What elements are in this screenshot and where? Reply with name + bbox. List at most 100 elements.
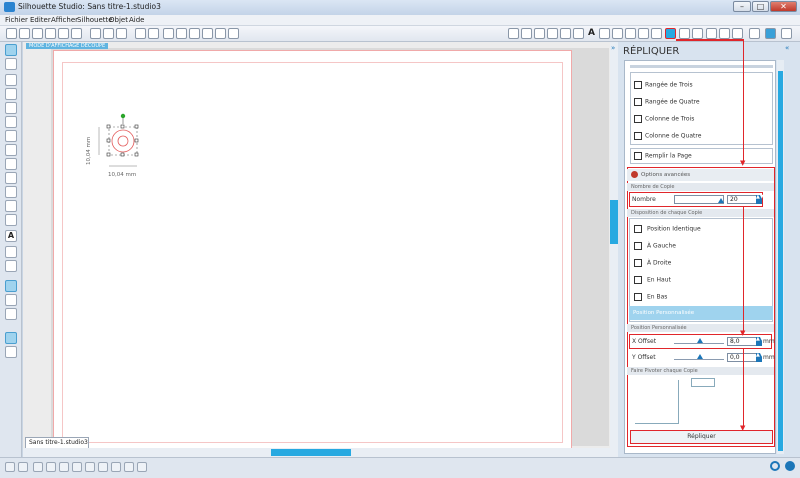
group-icon[interactable]: [5, 462, 15, 472]
line-style-icon[interactable]: [534, 28, 545, 39]
y-offset-slider-track[interactable]: [674, 359, 724, 360]
undo-icon[interactable]: [135, 28, 146, 39]
eraser-icon[interactable]: [732, 28, 743, 39]
send-back-icon[interactable]: [111, 462, 121, 472]
count-slider-knob[interactable]: [718, 198, 724, 203]
copy-icon[interactable]: [103, 28, 114, 39]
replicate-icon[interactable]: [665, 28, 676, 39]
menu-aide[interactable]: Aide: [129, 15, 144, 26]
shape-tool-icon[interactable]: [5, 214, 17, 226]
x-offset-slider-track[interactable]: [674, 343, 724, 344]
ungroup-icon[interactable]: [18, 462, 28, 472]
transform-icon[interactable]: [599, 28, 610, 39]
settings-gear-icon[interactable]: [770, 461, 780, 471]
position-left-option[interactable]: À Gauche: [634, 242, 676, 250]
delete-icon[interactable]: [85, 462, 95, 472]
point-edit-tool-icon[interactable]: [5, 58, 17, 70]
curve-tool-icon[interactable]: [5, 144, 17, 156]
arc-tool-icon[interactable]: [5, 158, 17, 170]
preset-row-of-four[interactable]: Rangée de Quatre: [634, 98, 700, 106]
menu-silhouette[interactable]: Silhouette: [77, 15, 113, 26]
rotate-icon[interactable]: [638, 28, 649, 39]
modify-icon[interactable]: [679, 28, 690, 39]
panel-scroll-thumb[interactable]: [778, 71, 783, 451]
cut-icon[interactable]: [90, 28, 101, 39]
eraser-tool-icon[interactable]: [5, 246, 17, 258]
smooth-freehand-tool-icon[interactable]: [5, 186, 17, 198]
y-offset-slider-knob[interactable]: [697, 354, 703, 359]
fill-page-option[interactable]: Remplir la Page: [634, 152, 692, 160]
x-offset-spinner[interactable]: ▲▼: [756, 337, 764, 346]
weld-icon[interactable]: [72, 462, 82, 472]
preset-row-of-three[interactable]: Rangée de Trois: [634, 81, 693, 89]
menu-editer[interactable]: Editer: [30, 15, 51, 26]
pan-icon[interactable]: [163, 28, 174, 39]
grid-icon[interactable]: [228, 28, 239, 39]
ellipse-tool-icon[interactable]: [5, 116, 17, 128]
text-tool-icon[interactable]: A: [5, 230, 17, 242]
rectangle-tool-icon[interactable]: [5, 88, 17, 100]
globe-icon[interactable]: [5, 308, 17, 320]
position-right-option[interactable]: À Droite: [634, 259, 671, 267]
position-identical-option[interactable]: Position Identique: [634, 225, 701, 233]
maximize-button[interactable]: □: [752, 1, 769, 12]
design-view-icon[interactable]: [5, 332, 17, 344]
rounded-rectangle-tool-icon[interactable]: [5, 102, 17, 114]
send-backward-icon[interactable]: [137, 462, 147, 472]
replicate-button[interactable]: Répliquer: [630, 430, 773, 444]
rotate-preview-area[interactable]: [629, 377, 773, 427]
zoom-in-icon[interactable]: [176, 28, 187, 39]
fill-color-icon[interactable]: [508, 28, 519, 39]
line-color-icon[interactable]: [521, 28, 532, 39]
registration-icon[interactable]: [573, 28, 584, 39]
store-view-icon[interactable]: [5, 294, 17, 306]
layout-view-icon[interactable]: [5, 346, 17, 358]
vertical-scroll-thumb[interactable]: [610, 200, 618, 244]
store-icon[interactable]: [781, 28, 792, 39]
page-setup-icon[interactable]: [547, 28, 558, 39]
position-top-option[interactable]: En Haut: [634, 276, 671, 284]
paste-icon[interactable]: [116, 28, 127, 39]
horizontal-scroll-thumb[interactable]: [271, 449, 351, 456]
select-tool-icon[interactable]: [5, 44, 17, 56]
scale-icon[interactable]: [625, 28, 636, 39]
y-offset-spinner[interactable]: ▲▼: [756, 353, 764, 362]
zoom-out-icon[interactable]: [189, 28, 200, 39]
x-offset-input[interactable]: 8,0: [727, 337, 757, 346]
advanced-options-header[interactable]: Options avancées: [627, 169, 774, 181]
toggle-panel-icon[interactable]: [749, 28, 760, 39]
count-input[interactable]: 20: [727, 195, 757, 204]
open-file-icon[interactable]: [19, 28, 30, 39]
help-icon[interactable]: [785, 461, 795, 471]
close-button[interactable]: ✕: [770, 1, 797, 12]
trace-icon[interactable]: [706, 28, 717, 39]
knife-icon[interactable]: [719, 28, 730, 39]
count-slider[interactable]: [674, 195, 724, 204]
freehand-tool-icon[interactable]: [5, 172, 17, 184]
x-offset-slider-knob[interactable]: [697, 338, 703, 343]
save-icon[interactable]: [32, 28, 43, 39]
library-icon[interactable]: [45, 28, 56, 39]
bring-forward-icon[interactable]: [124, 462, 134, 472]
new-file-icon[interactable]: [6, 28, 17, 39]
release-compound-icon[interactable]: [59, 462, 69, 472]
menu-fichier[interactable]: Fichier: [5, 15, 28, 26]
send-to-cutter-icon[interactable]: [71, 28, 82, 39]
cut-settings-icon[interactable]: [560, 28, 571, 39]
preset-column-of-three[interactable]: Colonne de Trois: [634, 115, 694, 123]
preset-column-of-four[interactable]: Colonne de Quatre: [634, 132, 701, 140]
vertical-scrollbar[interactable]: [610, 42, 618, 458]
align-icon[interactable]: [612, 28, 623, 39]
pen-tool-icon[interactable]: [5, 200, 17, 212]
bring-front-icon[interactable]: [98, 462, 108, 472]
text-icon[interactable]: A: [586, 28, 597, 39]
custom-position-option[interactable]: Position Personnalisée: [629, 306, 773, 320]
duplicate-icon[interactable]: [33, 462, 43, 472]
collapse-panel-icon[interactable]: »: [611, 44, 615, 52]
send-icon[interactable]: [765, 28, 776, 39]
menu-objet[interactable]: Objet: [109, 15, 128, 26]
close-panel-icon[interactable]: «: [785, 44, 789, 52]
move-icon[interactable]: [651, 28, 662, 39]
minimize-button[interactable]: –: [733, 1, 751, 12]
library-view-icon[interactable]: [5, 280, 17, 292]
